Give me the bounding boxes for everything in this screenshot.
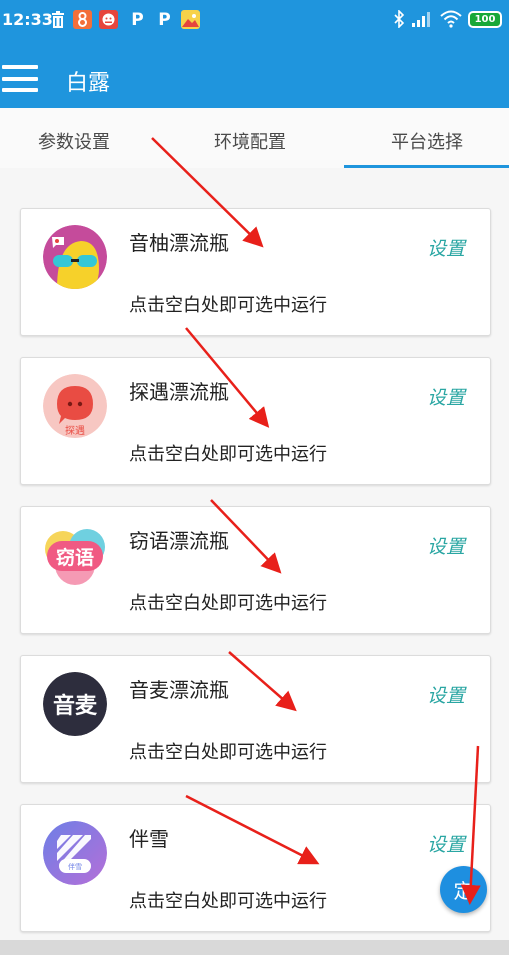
platform-name: 伴雪 bbox=[129, 827, 169, 851]
yinyou-logo bbox=[43, 225, 107, 289]
platform-card[interactable]: 窃语 窃语漂流瓶 设置 点击空白处即可选中运行 bbox=[20, 506, 491, 634]
tab-platform-select[interactable]: 平台选择 bbox=[391, 128, 463, 154]
platform-description: 点击空白处即可选中运行 bbox=[129, 593, 327, 614]
menu-icon[interactable] bbox=[2, 65, 38, 92]
p-icon: P bbox=[131, 9, 144, 30]
platform-name: 音麦漂流瓶 bbox=[129, 678, 229, 702]
yinmai-logo-text: 音麦 bbox=[53, 693, 98, 719]
banxue-logo: 伴雪 bbox=[43, 821, 107, 885]
platform-description: 点击空白处即可选中运行 bbox=[129, 742, 327, 763]
settings-link[interactable]: 设置 bbox=[427, 383, 465, 410]
yinmai-logo: 音麦 bbox=[43, 672, 107, 736]
tab-environment-config[interactable]: 环境配置 bbox=[214, 128, 286, 154]
app-icon-8 bbox=[73, 10, 92, 29]
confirm-fab-button[interactable]: 定 bbox=[440, 866, 487, 913]
platform-card[interactable]: 音麦 音麦漂流瓶 设置 点击空白处即可选中运行 bbox=[20, 655, 491, 783]
tab-active-indicator bbox=[344, 165, 509, 168]
app-title: 白露 bbox=[66, 71, 111, 96]
app-bar: 白露 bbox=[0, 40, 509, 108]
platform-description: 点击空白处即可选中运行 bbox=[129, 891, 327, 912]
tab-parameter-settings[interactable]: 参数设置 bbox=[38, 128, 110, 154]
platform-name: 探遇漂流瓶 bbox=[129, 380, 229, 404]
platform-card[interactable]: 探遇 探遇漂流瓶 设置 点击空白处即可选中运行 bbox=[20, 357, 491, 485]
signal-icon bbox=[410, 10, 432, 32]
banxue-logo-text: 伴雪 bbox=[68, 862, 82, 871]
platform-card[interactable]: 伴雪 伴雪 设置 点击空白处即可选中运行 bbox=[20, 804, 491, 932]
settings-link[interactable]: 设置 bbox=[427, 681, 465, 708]
settings-link[interactable]: 设置 bbox=[427, 234, 465, 261]
platform-description: 点击空白处即可选中运行 bbox=[129, 444, 327, 465]
qieyu-logo-text: 窃语 bbox=[56, 546, 94, 569]
platform-description: 点击空白处即可选中运行 bbox=[129, 295, 327, 316]
battery-indicator: 100 bbox=[468, 11, 502, 28]
platform-card[interactable]: 音柚漂流瓶 设置 点击空白处即可选中运行 bbox=[20, 208, 491, 336]
bottom-edge bbox=[0, 940, 509, 955]
settings-link[interactable]: 设置 bbox=[427, 830, 465, 857]
photo-icon bbox=[181, 10, 200, 29]
status-bar: 12:33 P P 100 bbox=[0, 0, 509, 40]
bluetooth-icon bbox=[393, 9, 405, 32]
tanyu-logo-text: 探遇 bbox=[65, 424, 85, 437]
status-time: 12:33 bbox=[2, 10, 53, 29]
platform-name: 音柚漂流瓶 bbox=[129, 231, 229, 255]
tanyu-logo: 探遇 bbox=[43, 374, 107, 438]
settings-link[interactable]: 设置 bbox=[427, 532, 465, 559]
p-icon: P bbox=[158, 9, 171, 30]
qieyu-logo: 窃语 bbox=[43, 523, 107, 587]
platform-name: 窃语漂流瓶 bbox=[129, 529, 229, 553]
trash-icon bbox=[48, 10, 67, 29]
wifi-icon bbox=[440, 10, 462, 32]
tab-bar: 参数设置 环境配置 平台选择 bbox=[0, 108, 509, 168]
app-icon-face bbox=[99, 10, 118, 29]
